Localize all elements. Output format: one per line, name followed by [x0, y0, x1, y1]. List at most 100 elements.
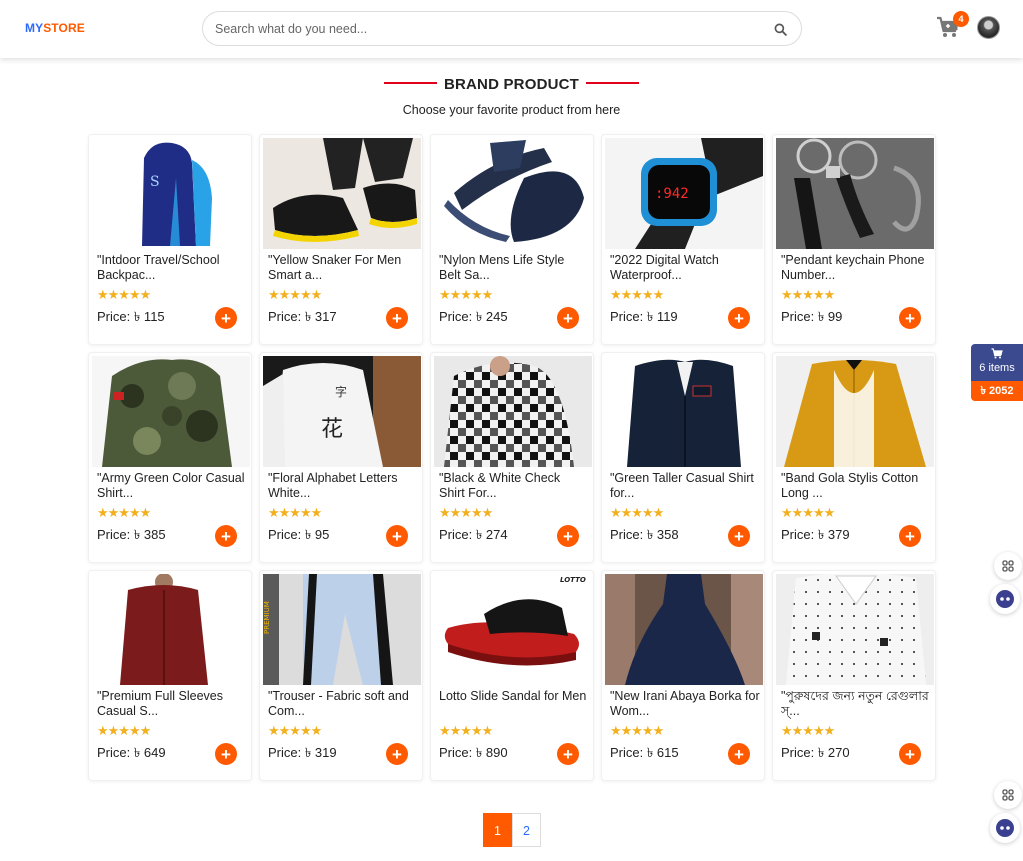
add-to-cart-button[interactable]: +	[557, 307, 579, 329]
product-title[interactable]: "Green Taller Casual Shirt for...	[610, 471, 760, 503]
product-title[interactable]: "2022 Digital Watch Waterproof...	[610, 253, 760, 285]
add-to-cart-button[interactable]: +	[728, 525, 750, 547]
svg-text::942: :942	[655, 186, 689, 202]
white-tshirt-image[interactable]: 花 字	[263, 356, 421, 467]
watch-image[interactable]: :942	[605, 138, 763, 249]
trouser-image[interactable]: PREMIUM	[263, 574, 421, 685]
backpack-image[interactable]: S	[92, 138, 250, 249]
top-header: MYSTORE 4	[0, 0, 1023, 58]
apps-grid-icon[interactable]	[994, 781, 1022, 809]
rating-stars: ★★★★★	[97, 287, 151, 302]
product-title[interactable]: "Floral Alphabet Letters White...	[268, 471, 418, 503]
product-price: Price: ৳ 245	[439, 309, 508, 324]
camo-shirt-image[interactable]	[92, 356, 250, 467]
rating-stars: ★★★★★	[268, 287, 322, 302]
rating-stars: ★★★★★	[610, 723, 664, 738]
maroon-shirt-image[interactable]	[92, 574, 250, 685]
product-card[interactable]: "Yellow Snaker For Men Smart a... ★★★★★ …	[259, 134, 423, 345]
svg-text:字: 字	[335, 384, 347, 399]
product-grid: S "Intdoor Travel/School Backpac... ★★★★…	[88, 134, 936, 781]
sneaker-image[interactable]	[263, 138, 421, 249]
logo-store: STORE	[43, 21, 85, 35]
add-to-cart-button[interactable]: +	[215, 307, 237, 329]
abaya-image[interactable]	[605, 574, 763, 685]
product-price: Price: ৳ 270	[781, 745, 850, 760]
product-price: Price: ৳ 319	[268, 745, 337, 760]
jacket-image[interactable]	[605, 356, 763, 467]
product-title[interactable]: "New Irani Abaya Borka for Wom...	[610, 689, 760, 721]
apps-grid-icon[interactable]	[994, 552, 1022, 580]
slide-sandal-image[interactable]: LOTTO	[434, 574, 592, 685]
product-title[interactable]: "Trouser - Fabric soft and Com...	[268, 689, 418, 721]
white-shirt-image[interactable]	[776, 574, 934, 685]
product-price: Price: ৳ 274	[439, 527, 508, 542]
product-card[interactable]: "Nylon Mens Life Style Belt Sa... ★★★★★ …	[430, 134, 594, 345]
chatbot-icon[interactable]	[990, 584, 1020, 614]
add-to-cart-button[interactable]: +	[728, 307, 750, 329]
product-card[interactable]: LOTTO Lotto Slide Sandal for Men ★★★★★ P…	[430, 570, 594, 781]
add-to-cart-button[interactable]: +	[386, 743, 408, 765]
product-title[interactable]: "Yellow Snaker For Men Smart a...	[268, 253, 418, 285]
product-price: Price: ৳ 115	[97, 309, 165, 324]
product-card[interactable]: "Premium Full Sleeves Casual S... ★★★★★ …	[88, 570, 252, 781]
add-to-cart-button[interactable]: +	[557, 525, 579, 547]
page-2-button[interactable]: 2	[512, 813, 541, 847]
product-price: Price: ৳ 385	[97, 527, 166, 542]
page-1-button[interactable]: 1	[483, 813, 512, 847]
product-title[interactable]: "Pendant keychain Phone Number...	[781, 253, 931, 285]
add-to-cart-button[interactable]: +	[899, 525, 921, 547]
store-logo[interactable]: MYSTORE	[25, 21, 85, 35]
add-to-cart-button[interactable]: +	[899, 307, 921, 329]
product-price: Price: ৳ 317	[268, 309, 337, 324]
add-to-cart-button[interactable]: +	[215, 525, 237, 547]
product-title[interactable]: "Army Green Color Casual Shirt...	[97, 471, 247, 503]
product-card[interactable]: S "Intdoor Travel/School Backpac... ★★★★…	[88, 134, 252, 345]
product-card[interactable]: PREMIUM "Trouser - Fabric soft and Com..…	[259, 570, 423, 781]
product-title[interactable]: Lotto Slide Sandal for Men	[439, 689, 589, 721]
product-title[interactable]: "Premium Full Sleeves Casual S...	[97, 689, 247, 721]
add-to-cart-button[interactable]: +	[899, 743, 921, 765]
svg-text:PREMIUM: PREMIUM	[263, 601, 271, 634]
keychain-image[interactable]	[776, 138, 934, 249]
product-price: Price: ৳ 95	[268, 527, 330, 542]
product-title[interactable]: "Black & White Check Shirt For...	[439, 471, 589, 503]
svg-text:花: 花	[321, 417, 343, 442]
product-card[interactable]: "Pendant keychain Phone Number... ★★★★★ …	[772, 134, 936, 345]
product-price: Price: ৳ 99	[781, 309, 843, 324]
svg-text:LOTTO: LOTTO	[560, 576, 586, 584]
section-title: BRAND PRODUCT	[443, 76, 580, 93]
search-input[interactable]	[215, 20, 755, 38]
yellow-shirt-image[interactable]	[776, 356, 934, 467]
search-bar	[202, 11, 802, 46]
floating-cart[interactable]: 6 items ৳ 2052	[971, 344, 1023, 401]
product-price: Price: ৳ 890	[439, 745, 508, 760]
user-avatar[interactable]	[977, 16, 1000, 39]
product-title[interactable]: "Band Gola Stylis Cotton Long ...	[781, 471, 931, 503]
product-card[interactable]: "Green Taller Casual Shirt for... ★★★★★ …	[601, 352, 765, 563]
product-title[interactable]: "Intdoor Travel/School Backpac...	[97, 253, 247, 285]
product-price: Price: ৳ 119	[610, 309, 678, 324]
add-to-cart-button[interactable]: +	[215, 743, 237, 765]
product-card[interactable]: "Army Green Color Casual Shirt... ★★★★★ …	[88, 352, 252, 563]
add-to-cart-button[interactable]: +	[386, 525, 408, 547]
add-to-cart-button[interactable]: +	[386, 307, 408, 329]
product-card[interactable]: "New Irani Abaya Borka for Wom... ★★★★★ …	[601, 570, 765, 781]
product-price: Price: ৳ 358	[610, 527, 679, 542]
add-to-cart-button[interactable]: +	[557, 743, 579, 765]
product-card[interactable]: "Black & White Check Shirt For... ★★★★★ …	[430, 352, 594, 563]
product-card[interactable]: 花 字 "Floral Alphabet Letters White... ★★…	[259, 352, 423, 563]
cart-count-badge: 4	[953, 11, 969, 27]
floating-cart-items: 6 items	[979, 362, 1015, 374]
product-title[interactable]: "পুরুষদের জন্য নতুন রেগুলার স্...	[781, 689, 931, 721]
rating-stars: ★★★★★	[97, 723, 151, 738]
sandal-image[interactable]	[434, 138, 592, 249]
check-shirt-image[interactable]	[434, 356, 592, 467]
product-card[interactable]: :942 "2022 Digital Watch Waterproof... ★…	[601, 134, 765, 345]
pagination: 1 2	[483, 813, 541, 847]
chatbot-icon[interactable]	[990, 813, 1020, 843]
search-icon[interactable]	[774, 23, 787, 36]
product-card[interactable]: "Band Gola Stylis Cotton Long ... ★★★★★ …	[772, 352, 936, 563]
add-to-cart-button[interactable]: +	[728, 743, 750, 765]
product-title[interactable]: "Nylon Mens Life Style Belt Sa...	[439, 253, 589, 285]
product-card[interactable]: "পুরুষদের জন্য নতুন রেগুলার স্... ★★★★★ …	[772, 570, 936, 781]
